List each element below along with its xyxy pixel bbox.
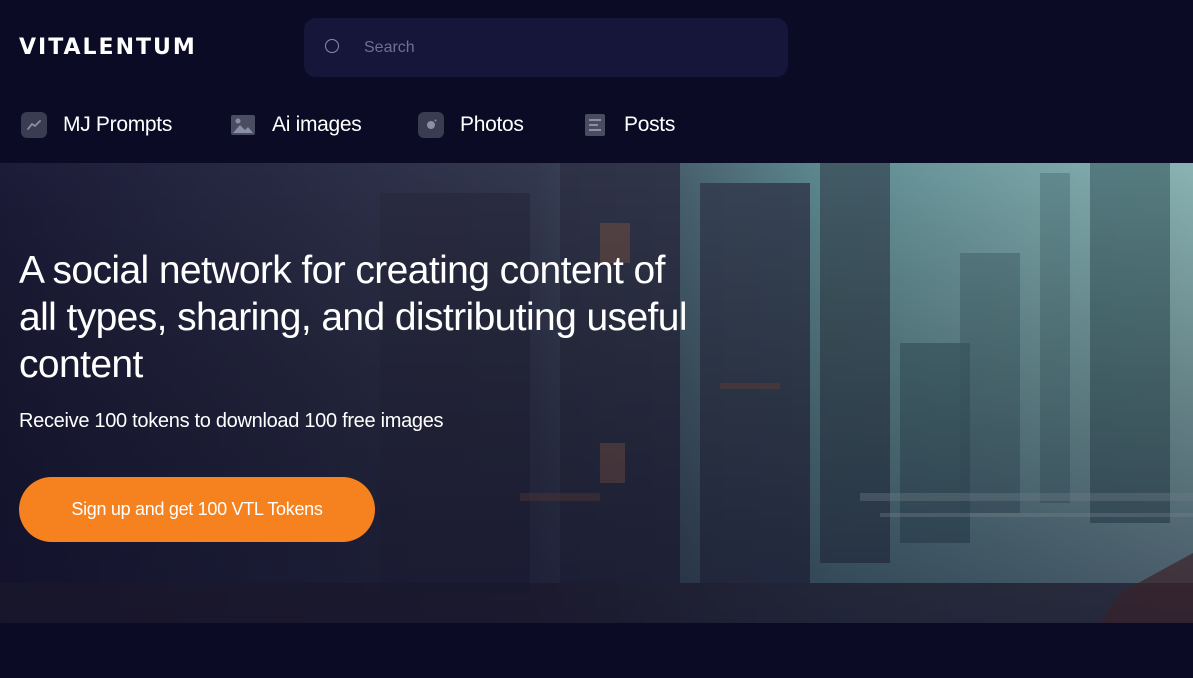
- hero-title: A social network for creating content of…: [19, 249, 688, 386]
- page: VITALENTUM MJ Prompts Ai images: [0, 0, 1193, 678]
- trend-chart-icon: [21, 112, 47, 138]
- footer-band: [0, 623, 1193, 678]
- header: VITALENTUM MJ Prompts Ai images: [0, 0, 1193, 163]
- nav-item-ai-images[interactable]: Ai images: [230, 110, 362, 140]
- nav-item-photos[interactable]: Photos: [418, 110, 524, 140]
- signup-cta-button[interactable]: Sign up and get 100 VTL Tokens: [19, 477, 375, 542]
- city-background-image: [0, 163, 1193, 623]
- nav-item-posts[interactable]: Posts: [582, 110, 675, 140]
- search-input[interactable]: [362, 32, 766, 64]
- nav-label: Ai images: [272, 113, 362, 136]
- image-icon: [230, 112, 256, 138]
- main-nav: MJ Prompts Ai images Photos Posts: [0, 100, 1193, 150]
- site-logo[interactable]: VITALENTUM: [19, 35, 197, 61]
- camera-icon: [418, 112, 444, 138]
- nav-label: MJ Prompts: [63, 113, 173, 136]
- search-icon: [325, 39, 339, 53]
- nav-item-mj-prompts[interactable]: MJ Prompts: [21, 110, 172, 140]
- hero-banner: A social network for creating content of…: [0, 163, 1193, 623]
- nav-label: Photos: [460, 113, 524, 136]
- hero-subtitle: Receive 100 tokens to download 100 free …: [19, 410, 444, 432]
- nav-label: Posts: [624, 113, 676, 136]
- search-bar[interactable]: [304, 18, 788, 77]
- document-icon: [582, 112, 608, 138]
